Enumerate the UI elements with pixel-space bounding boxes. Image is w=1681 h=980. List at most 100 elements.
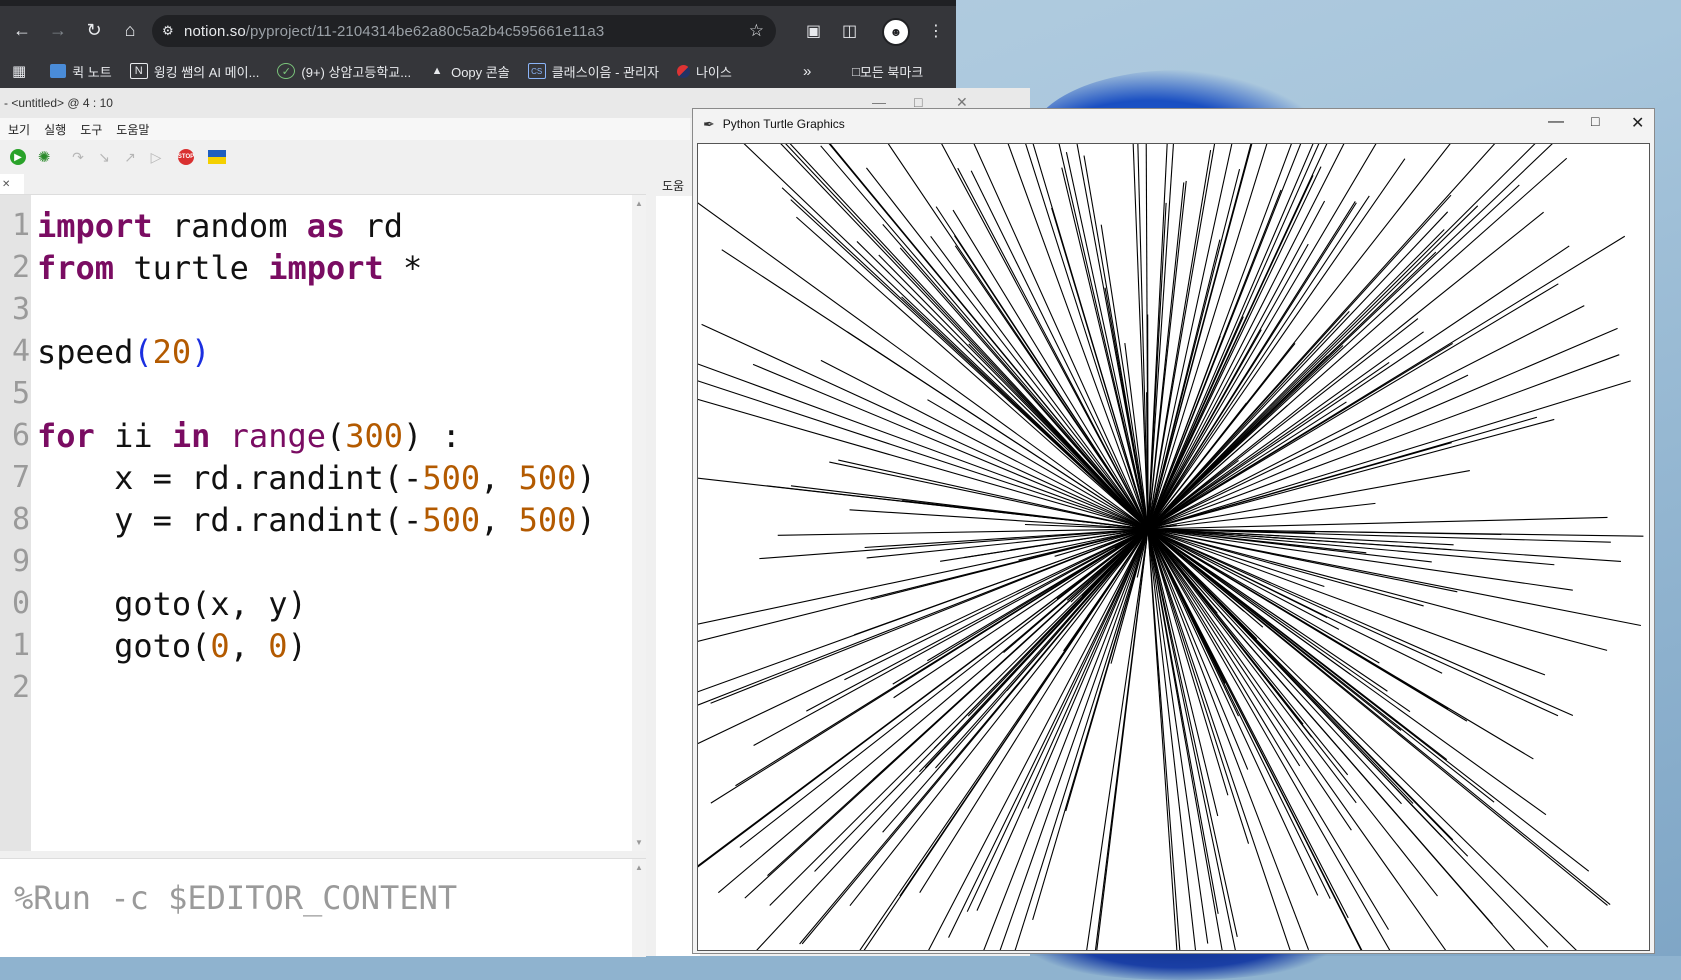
thonny-menubar: 보기 실행 도구 도움말: [0, 118, 690, 140]
school-icon: ✓: [277, 63, 295, 79]
step-out-icon[interactable]: ↗: [122, 149, 138, 165]
turtle-line: [1001, 144, 1148, 529]
code-line: goto(x, y): [37, 583, 596, 625]
url-path: /pyproject/11-2104314be62a80c5a2b4c59566…: [246, 23, 605, 40]
turtle-line: [931, 236, 1148, 529]
shell-vertical-scrollbar[interactable]: ▲: [632, 859, 646, 957]
address-bar[interactable]: ⚙ notion.so/pyproject/11-2104314be62a80c…: [152, 15, 776, 47]
line-number: 9: [0, 541, 31, 583]
bookmark-item[interactable]: ✓(9+) 상암고등학교...: [277, 62, 411, 81]
step-into-icon[interactable]: ↘: [96, 149, 112, 165]
line-number: 5: [0, 373, 31, 415]
turtle-window: ✒ Python Turtle Graphics — □ ✕: [692, 108, 1655, 954]
stop-icon[interactable]: STOP: [178, 149, 194, 165]
run-icon[interactable]: ▶: [10, 149, 26, 165]
home-icon[interactable]: ⌂: [116, 16, 144, 44]
menu-kebab-icon[interactable]: ⋮: [928, 21, 944, 41]
forward-icon[interactable]: →: [44, 16, 72, 44]
bookmark-item[interactable]: 퀵 노트: [50, 62, 112, 81]
shell-panel[interactable]: %Run -c $EDITOR_CONTENT ▲: [0, 858, 646, 957]
turtle-line: [1148, 529, 1410, 712]
all-bookmarks-label: 모든 북마크: [860, 62, 923, 81]
turtle-line: [1148, 529, 1573, 715]
code-line: [37, 541, 596, 583]
close-icon[interactable]: ✕: [1631, 113, 1644, 133]
turtle-line: [698, 529, 1148, 759]
bookmark-star-icon[interactable]: ☆: [749, 21, 764, 41]
bookmark-item[interactable]: N윙킹 쌤의 AI 메이...: [130, 62, 260, 81]
extensions-puzzle-icon[interactable]: ◫: [842, 21, 857, 41]
bookmark-item[interactable]: ▲ Oopy 콘솔: [429, 62, 510, 81]
oopy-icon: ▲: [429, 64, 445, 78]
turtle-line: [1148, 529, 1641, 625]
turtle-line: [796, 217, 1148, 529]
turtle-canvas[interactable]: [697, 143, 1650, 951]
menu-view[interactable]: 보기: [8, 121, 30, 138]
code-line: speed(20): [37, 331, 596, 373]
turtle-line: [1148, 529, 1548, 947]
code-content[interactable]: import random as rdfrom turtle import *s…: [37, 205, 596, 667]
turtle-line: [1148, 201, 1325, 529]
folder-icon: □: [852, 64, 860, 79]
apps-grid-icon[interactable]: ▦: [12, 62, 26, 80]
menu-run[interactable]: 실행: [44, 121, 66, 138]
turtle-line: [698, 144, 1148, 529]
turtle-line: [1148, 529, 1249, 844]
turtle-line: [1062, 168, 1148, 529]
editor-vertical-scrollbar[interactable]: ▲ ▼: [632, 195, 646, 851]
menu-help[interactable]: 도움말: [116, 121, 149, 138]
line-number: 2: [0, 247, 31, 289]
resume-icon[interactable]: ▷: [148, 149, 164, 165]
all-bookmarks-folder[interactable]: □모든 북마크: [852, 62, 923, 81]
browser-toolbar: ← → ↻ ⌂ ⚙ notion.so/pyproject/11-2104314…: [0, 6, 956, 54]
scroll-down-icon[interactable]: ▼: [635, 838, 643, 847]
thonny-toolbar: ▶ ✺ ↷ ↘ ↗ ▷ STOP: [0, 140, 690, 174]
maximize-icon[interactable]: □: [1591, 113, 1599, 129]
turtle-line: [850, 529, 1148, 906]
line-number: 1: [0, 625, 31, 667]
step-over-icon[interactable]: ↷: [70, 149, 86, 165]
reload-icon[interactable]: ↻: [80, 16, 108, 44]
turtle-line: [1148, 144, 1442, 529]
menu-tools[interactable]: 도구: [80, 121, 102, 138]
code-line: for ii in range(300) :: [37, 415, 596, 457]
bookmark-label: 클래스이음 - 관리자: [552, 62, 659, 81]
turtle-line: [835, 529, 1148, 950]
line-number: 1: [0, 205, 31, 247]
code-editor[interactable]: 1 2 3 4 5 6 7 8 9 0 1 2 import random as…: [0, 194, 646, 851]
turtle-line: [791, 200, 1148, 529]
assistant-tab[interactable]: 도움: [656, 174, 690, 196]
more-bookmarks-icon[interactable]: »: [803, 63, 811, 80]
turtle-line: [806, 529, 1148, 711]
bookmark-item[interactable]: 나이스: [677, 62, 732, 81]
line-number: 8: [0, 499, 31, 541]
minimize-icon[interactable]: —: [1548, 113, 1564, 131]
ukraine-flag-icon[interactable]: [208, 150, 226, 164]
profile-avatar-icon[interactable]: ☻: [882, 18, 910, 46]
scroll-up-icon[interactable]: ▲: [635, 863, 643, 872]
debug-icon[interactable]: ✺: [36, 149, 52, 165]
bookmark-item[interactable]: CS클래스이음 - 관리자: [528, 62, 659, 81]
turtle-line: [1148, 203, 1356, 529]
bookmark-label: Oopy 콘솔: [451, 62, 510, 81]
notion-extension-icon[interactable]: ▣: [806, 21, 821, 41]
bookmarks-bar: ▦ 퀵 노트 N윙킹 쌤의 AI 메이... ✓(9+) 상암고등학교... ▲…: [0, 54, 956, 88]
assistant-tab-label: 도움: [662, 177, 684, 194]
site-info-icon[interactable]: ⚙: [162, 23, 184, 39]
editor-tab-close-icon[interactable]: ✕: [0, 174, 24, 194]
back-icon[interactable]: ←: [8, 16, 36, 44]
turtle-line: [1148, 159, 1405, 529]
code-line: from turtle import *: [37, 247, 596, 289]
bookmark-label: 퀵 노트: [72, 62, 112, 81]
shell-command: %Run -c $EDITOR_CONTENT: [14, 879, 457, 917]
line-number: 4: [0, 331, 31, 373]
code-line: [37, 373, 596, 415]
turtle-line: [1004, 144, 1148, 529]
turtle-line: [753, 364, 1148, 529]
turtle-line: [971, 171, 1148, 529]
turtle-line: [1148, 236, 1625, 529]
turtle-line: [740, 529, 1148, 847]
scroll-up-icon[interactable]: ▲: [635, 199, 643, 208]
feather-icon: ✒: [703, 116, 715, 133]
turtle-line: [722, 250, 1148, 529]
